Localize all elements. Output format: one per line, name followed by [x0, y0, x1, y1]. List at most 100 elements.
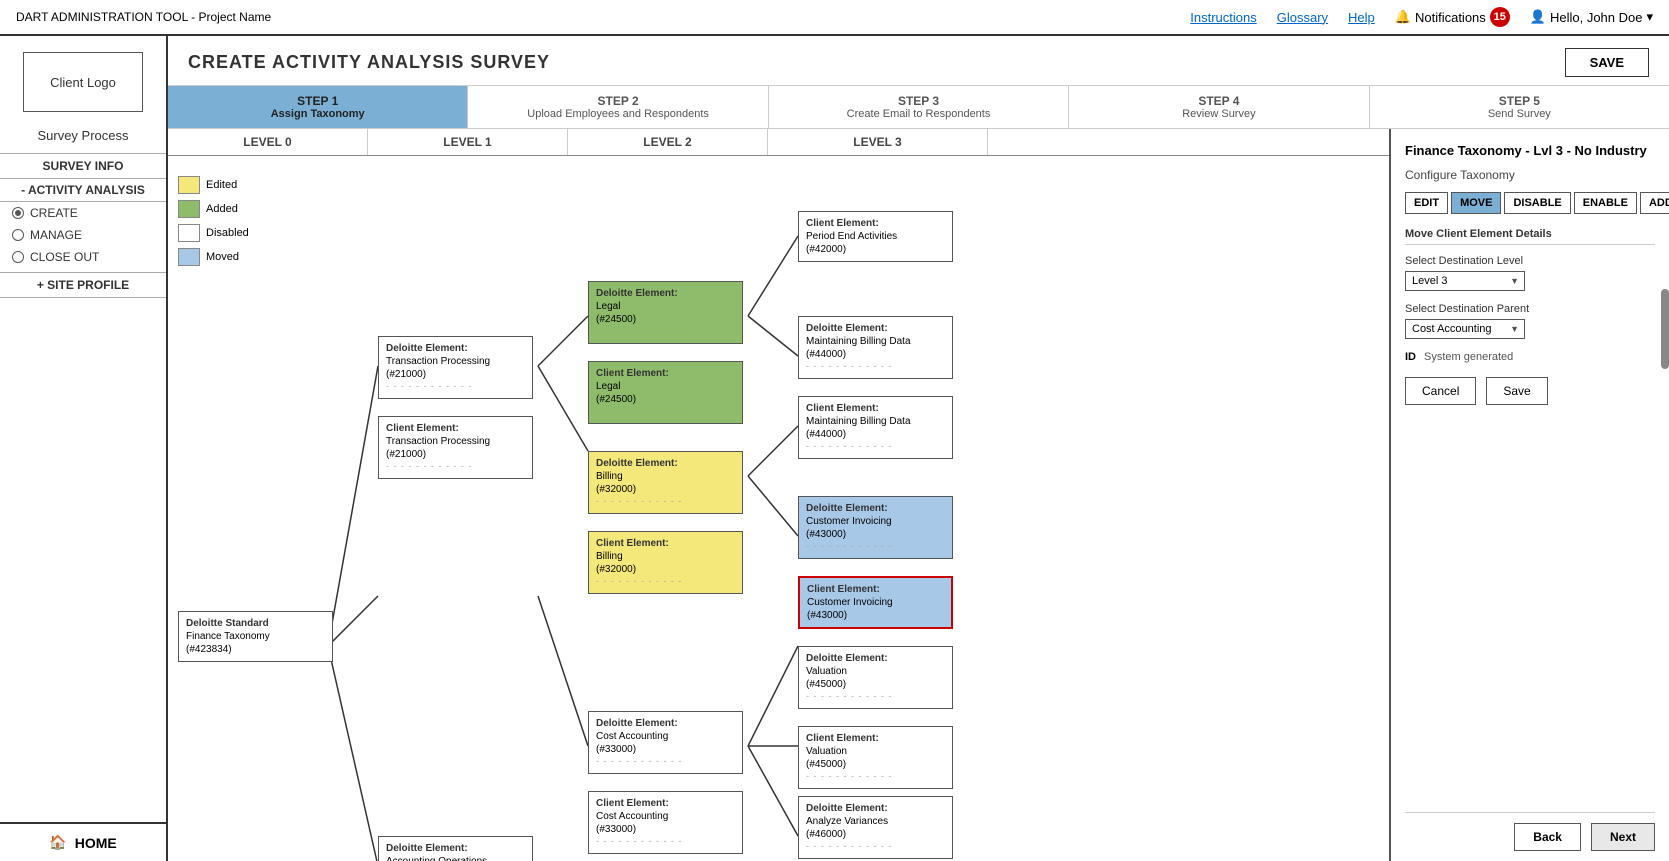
right-panel: Finance Taxonomy - Lvl 3 - No Industry C… [1389, 129, 1669, 861]
sidebar-nav-items: CREATE MANAGE CLOSE OUT [0, 202, 166, 268]
cfg-btn-enable[interactable]: ENABLE [1574, 192, 1637, 214]
notifications-area[interactable]: 🔔 Notifications 15 [1395, 7, 1510, 27]
legend-label-moved: Moved [206, 251, 239, 263]
node-l2-deloitte-legal[interactable]: Deloitte Element: Legal (#24500) - - - -… [588, 281, 743, 344]
step-5[interactable]: STEP 5 Send Survey [1370, 86, 1669, 128]
panel-bottom-buttons: Back Next [1405, 812, 1655, 861]
sidebar-item-site-profile[interactable]: + SITE PROFILE [0, 272, 166, 298]
notifications-badge: 15 [1490, 7, 1510, 27]
instructions-link[interactable]: Instructions [1190, 10, 1256, 25]
legend: Edited Added Disabled Moved [178, 176, 249, 266]
id-value: System generated [1424, 351, 1513, 363]
legend-item-moved: Moved [178, 248, 249, 266]
level-header-0: LEVEL 0 [168, 129, 368, 155]
content-area: CREATE ACTIVITY ANALYSIS SURVEY SAVE STE… [168, 36, 1669, 861]
user-menu[interactable]: 👤 Hello, John Doe ▾ [1530, 9, 1653, 25]
client-logo: Client Logo [23, 52, 143, 112]
home-button[interactable]: 🏠 HOME [0, 822, 166, 861]
site-profile-label: + SITE PROFILE [37, 278, 129, 292]
step-4-label: Review Survey [1073, 108, 1364, 120]
back-button[interactable]: Back [1514, 823, 1581, 851]
node-l3-deloitte-cust-inv[interactable]: Deloitte Element: Customer Invoicing (#4… [798, 496, 953, 559]
step-4[interactable]: STEP 4 Review Survey [1069, 86, 1369, 128]
sidebar-item-close-out[interactable]: CLOSE OUT [0, 246, 166, 268]
survey-process-label: Survey Process [37, 128, 128, 143]
legend-item-edited: Edited [178, 176, 249, 194]
node-l1-client-trans[interactable]: Client Element: Transaction Processing (… [378, 416, 533, 479]
content-header: CREATE ACTIVITY ANALYSIS SURVEY SAVE [168, 36, 1669, 86]
sidebar-item-create[interactable]: CREATE [0, 202, 166, 224]
radio-create [12, 207, 24, 219]
cfg-btn-add[interactable]: ADD [1640, 192, 1669, 214]
legend-box-blue [178, 248, 200, 266]
panel-save-button[interactable]: Save [1486, 377, 1547, 405]
node-l2-client-billing[interactable]: Client Element: Billing (#32000) - - - -… [588, 531, 743, 594]
save-button[interactable]: SAVE [1565, 48, 1649, 77]
close-out-label: CLOSE OUT [30, 250, 99, 264]
id-label: ID [1405, 351, 1416, 363]
node-l3-period-end[interactable]: Client Element: Period End Activities (#… [798, 211, 953, 262]
node-l3-deloitte-analyze[interactable]: Deloitte Element: Analyze Variances (#46… [798, 796, 953, 859]
dest-parent-select[interactable]: Transaction Processing Legal Billing Cos… [1405, 319, 1525, 339]
node-root[interactable]: Deloitte Standard Finance Taxonomy (#423… [178, 611, 333, 662]
level-header-2: LEVEL 2 [568, 129, 768, 155]
steps-bar: STEP 1 Assign Taxonomy STEP 2 Upload Emp… [168, 86, 1669, 129]
dest-level-field: Select Destination Level Level 0 Level 1… [1405, 255, 1655, 291]
topbar: DART ADMINISTRATION TOOL - Project Name … [0, 0, 1669, 36]
node-l3-client-valuation[interactable]: Client Element: Valuation (#45000) - - -… [798, 726, 953, 789]
cfg-btn-disable[interactable]: DISABLE [1504, 192, 1570, 214]
page-title: CREATE ACTIVITY ANALYSIS SURVEY [188, 52, 550, 73]
level-header-1: LEVEL 1 [368, 129, 568, 155]
legend-label-disabled: Disabled [206, 227, 249, 239]
next-button[interactable]: Next [1591, 823, 1655, 851]
legend-box-yellow [178, 176, 200, 194]
tree-section[interactable]: LEVEL 0 LEVEL 1 LEVEL 2 LEVEL 3 [168, 129, 1389, 861]
legend-box-white [178, 224, 200, 242]
cfg-btn-edit[interactable]: EDIT [1405, 192, 1448, 214]
legend-box-green [178, 200, 200, 218]
node-l3-client-cust-inv[interactable]: Client Element: Customer Invoicing (#430… [798, 576, 953, 629]
dest-level-select[interactable]: Level 0 Level 1 Level 2 Level 3 [1405, 271, 1525, 291]
node-l2-client-legal[interactable]: Client Element: Legal (#24500) - - - - -… [588, 361, 743, 424]
step-3-label: Create Email to Respondents [773, 108, 1064, 120]
step-3[interactable]: STEP 3 Create Email to Respondents [769, 86, 1069, 128]
dest-level-label: Select Destination Level [1405, 255, 1655, 267]
sidebar-item-activity-analysis[interactable]: - ACTIVITY ANALYSIS [0, 179, 166, 202]
activity-analysis-label: - ACTIVITY ANALYSIS [21, 183, 145, 197]
glossary-link[interactable]: Glossary [1277, 10, 1328, 25]
dest-parent-select-wrapper: Transaction Processing Legal Billing Cos… [1405, 319, 1525, 339]
sidebar-item-survey-info[interactable]: SURVEY INFO [0, 153, 166, 179]
panel-cancel-button[interactable]: Cancel [1405, 377, 1476, 405]
panel-actions: Cancel Save [1405, 377, 1655, 405]
node-l3-client-maint-billing[interactable]: Client Element: Maintaining Billing Data… [798, 396, 953, 459]
step-1-label: Assign Taxonomy [172, 108, 463, 120]
configure-buttons: EDIT MOVE DISABLE ENABLE ADD [1405, 192, 1655, 214]
node-l2-client-cost[interactable]: Client Element: Cost Accounting (#33000)… [588, 791, 743, 854]
step-1-num: STEP 1 [172, 94, 463, 108]
node-l3-deloitte-valuation[interactable]: Deloitte Element: Valuation (#45000) - -… [798, 646, 953, 709]
legend-item-added: Added [178, 200, 249, 218]
dest-level-select-wrapper: Level 0 Level 1 Level 2 Level 3 [1405, 271, 1525, 291]
node-l1-deloitte-acct[interactable]: Deloitte Element: Accounting Operations … [378, 836, 533, 861]
dest-parent-field: Select Destination Parent Transaction Pr… [1405, 303, 1655, 339]
node-l2-deloitte-cost[interactable]: Deloitte Element: Cost Accounting (#3300… [588, 711, 743, 774]
panel-subtitle: Configure Taxonomy [1405, 168, 1655, 182]
survey-info-label: SURVEY INFO [43, 159, 124, 173]
sidebar-item-manage[interactable]: MANAGE [0, 224, 166, 246]
step-1[interactable]: STEP 1 Assign Taxonomy [168, 86, 468, 128]
node-l2-deloitte-billing[interactable]: Deloitte Element: Billing (#32000) - - -… [588, 451, 743, 514]
step-5-num: STEP 5 [1374, 94, 1665, 108]
sidebar: Client Logo Survey Process SURVEY INFO -… [0, 36, 168, 861]
user-name: Hello, John Doe [1550, 10, 1643, 25]
legend-label-edited: Edited [206, 179, 237, 191]
cfg-btn-move[interactable]: MOVE [1451, 192, 1501, 214]
dest-parent-label: Select Destination Parent [1405, 303, 1655, 315]
scroll-indicator [1661, 289, 1669, 369]
step-2[interactable]: STEP 2 Upload Employees and Respondents [468, 86, 768, 128]
home-label: HOME [75, 835, 117, 851]
create-label: CREATE [30, 206, 78, 220]
node-l1-deloitte-trans[interactable]: Deloitte Element: Transaction Processing… [378, 336, 533, 399]
help-link[interactable]: Help [1348, 10, 1375, 25]
main-layout: Client Logo Survey Process SURVEY INFO -… [0, 36, 1669, 861]
node-l3-deloitte-maint-billing[interactable]: Deloitte Element: Maintaining Billing Da… [798, 316, 953, 379]
